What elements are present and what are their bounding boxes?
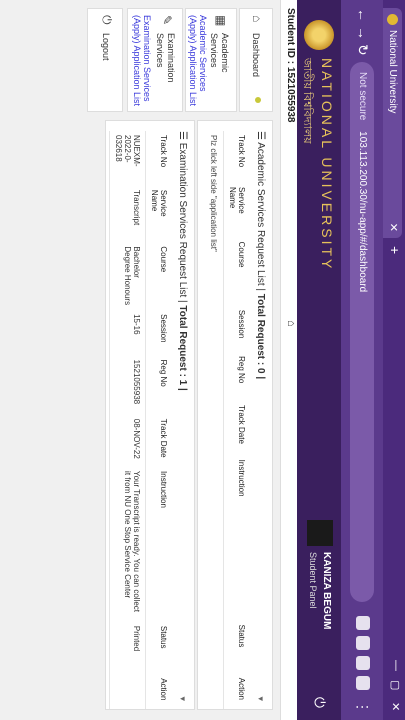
tab-bar: National University ✕ + — ▢ ✕ — [383, 0, 405, 720]
sidebar-item-logout[interactable]: ⏻ Logout — [87, 8, 123, 112]
col-action: Action — [145, 674, 172, 709]
chevron-down-icon[interactable]: ▾ — [255, 696, 266, 701]
extension-icon[interactable] — [356, 636, 370, 650]
exam-panel: ☰ Examination Services Request List | To… — [105, 120, 195, 710]
col-action: Action — [223, 673, 250, 709]
profile-icon[interactable] — [356, 676, 370, 690]
panel-title: ☰ Examination Services Request List | To… — [177, 131, 188, 391]
col-status: Status — [145, 621, 172, 675]
col-track-no: Track No — [145, 131, 172, 186]
browser-chrome: National University ✕ + — ▢ ✕ ← → ↻ Not … — [341, 0, 405, 720]
list-icon: ☰ — [255, 131, 266, 143]
extension-icon[interactable] — [356, 616, 370, 630]
col-instruction: Instruction — [145, 467, 172, 622]
panel-title: ☰ Academic Services Request List | Total… — [255, 131, 266, 379]
col-course: Course — [145, 242, 172, 311]
maximize-icon[interactable]: ▢ — [389, 680, 402, 690]
cell-service-name: Transcript — [109, 185, 146, 243]
arrow-left-icon[interactable]: ← — [355, 8, 371, 22]
col-reg-no: Reg No — [145, 355, 172, 415]
nav-row: ← → ↻ Not secure 103.113.200.30/nu-app/#… — [341, 0, 383, 720]
cell-instruction: Your Transcript is ready. You can collec… — [109, 467, 146, 622]
cell-action[interactable] — [109, 674, 146, 709]
academic-table: Track No Service Name Course Session Reg… — [223, 131, 250, 709]
exam-table: Track No Service Name Course Session Reg… — [109, 131, 172, 709]
col-track-date: Track Date — [223, 401, 250, 456]
chevron-down-icon[interactable]: ▾ — [177, 696, 188, 701]
list-icon: ☰ — [177, 131, 188, 143]
col-track-date: Track Date — [145, 414, 172, 468]
col-reg-no: Reg No — [223, 352, 250, 402]
home-icon[interactable]: ⌂ — [285, 320, 297, 327]
cell-track-date: 08-NOV-22 — [109, 414, 146, 468]
cell-status: Printed — [109, 621, 146, 675]
table-header-row: Track No Service Name Course Session Reg… — [223, 131, 250, 709]
cell-course: Bachelor Degree Honours — [109, 242, 146, 311]
status-dot — [255, 97, 261, 103]
user-role: Student Panel — [308, 552, 318, 609]
url-text: 103.113.200.30/nu-app/#/dashboard — [357, 131, 368, 293]
power-icon: ⏻ — [100, 15, 114, 25]
academic-application-link[interactable]: Academic Services (Apply) Application Li… — [188, 15, 208, 107]
building-icon: ▦ — [214, 15, 228, 27]
sidebar-item-dashboard[interactable]: ⌂ Dashboard — [239, 8, 273, 112]
sidebar-item-label: Academic Services — [209, 33, 230, 73]
academic-title: Academic Services Request List | — [255, 142, 266, 294]
empty-note: Plz click left side "application list" — [209, 135, 218, 252]
exam-title: Examination Services Request List | — [177, 142, 188, 306]
menu-kebab-icon[interactable]: ⋮ — [354, 700, 371, 714]
university-logo — [304, 20, 334, 50]
arrow-right-icon[interactable]: → — [355, 26, 371, 40]
new-tab-icon[interactable]: + — [387, 246, 403, 254]
col-track-no: Track No — [223, 131, 250, 184]
cell-session: 15-16 — [109, 310, 146, 356]
sidebar: ⌂ Dashboard ▦ Academic Services Academic… — [87, 8, 273, 112]
user-box[interactable]: KANIZA BEGUM Student Panel — [303, 520, 335, 680]
rotated-screen: National University ✕ + — ▢ ✕ ← → ↻ Not … — [0, 0, 405, 720]
home-icon: ⌂ — [250, 15, 264, 23]
col-service-name: Service Name — [223, 183, 250, 238]
university-name-en: NATIONAL UNIVERSITY — [319, 58, 335, 272]
user-name: KANIZA BEGUM — [321, 552, 332, 630]
address-bar[interactable]: Not secure 103.113.200.30/nu-app/#/dashb… — [350, 62, 374, 602]
cell-reg-no: 1521055938 — [109, 355, 146, 415]
minimize-icon[interactable]: — — [390, 660, 402, 671]
sidebar-item-examination[interactable]: ✎ Examination Services Examination Servi… — [127, 8, 183, 112]
favicon-icon — [387, 14, 398, 25]
browser-tab[interactable]: National University ✕ — [383, 8, 402, 238]
sidebar-item-academic[interactable]: ▦ Academic Services Academic Services (A… — [185, 8, 237, 112]
exam-total: Total Request : 1 | — [177, 305, 188, 391]
sidebar-item-label: Examination Services — [155, 33, 176, 83]
col-status: Status — [223, 620, 250, 674]
extension-icon[interactable] — [356, 656, 370, 670]
table-row[interactable]: NUEXM-2022-0-032618 Transcript Bachelor … — [109, 131, 146, 709]
window-close-icon[interactable]: ✕ — [389, 702, 402, 711]
avatar — [307, 520, 333, 546]
col-instruction: Instruction — [223, 455, 250, 621]
tab-title: National University — [387, 30, 398, 114]
close-tab-icon[interactable]: ✕ — [383, 223, 402, 232]
col-service-name: Service Name — [145, 185, 172, 243]
academic-total: Total Request : 0 | — [255, 293, 266, 380]
university-name-bn: জাতীয় বিশ্ববিদ্যালয় — [301, 58, 313, 144]
col-course: Course — [223, 237, 250, 306]
student-id: Student ID : 1521055938 — [285, 8, 296, 123]
reload-icon[interactable]: ↻ — [354, 44, 371, 56]
academic-panel: ☰ Academic Services Request List | Total… — [197, 120, 273, 710]
col-session: Session — [145, 310, 172, 356]
table-header-row: Track No Service Name Course Session Reg… — [145, 131, 172, 709]
sidebar-item-label: Logout — [101, 33, 111, 61]
edit-icon: ✎ — [160, 15, 174, 26]
site-header: NATIONAL UNIVERSITY জাতীয় বিশ্ববিদ্যালয… — [297, 0, 341, 720]
power-icon[interactable]: ⏻ — [311, 697, 328, 708]
exam-application-link[interactable]: Examination Services (Apply) Application… — [132, 15, 152, 107]
cell-track-no: NUEXM-2022-0-032618 — [109, 131, 146, 186]
security-label: Not secure — [357, 72, 368, 121]
sidebar-item-label: Dashboard — [251, 33, 261, 78]
sub-bar: Student ID : 1521055938 ⌂ — [280, 0, 297, 720]
col-session: Session — [223, 305, 250, 353]
